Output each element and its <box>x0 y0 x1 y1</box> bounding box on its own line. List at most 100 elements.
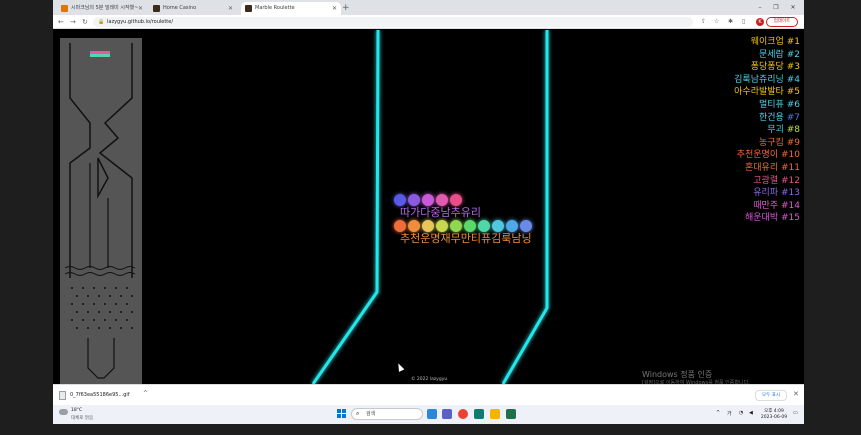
ranking-position: #3 <box>786 62 800 73</box>
minimap-pin <box>87 295 89 297</box>
minimap-pin <box>109 327 111 329</box>
tab-label: Home Casino <box>163 5 197 11</box>
ranking-name: 농구킴 <box>759 137 784 148</box>
tab-marble-roulette[interactable]: Marble Roulette ✕ <box>241 2 341 15</box>
marble-roulette-game[interactable]: 따가다중남추유리 추천운명재무만티퓨김룩남닝 웨이크업 #1 문세람 #2 퐁당… <box>53 30 804 386</box>
weather-temperature[interactable]: 18°C <box>71 408 82 413</box>
minimap-pin <box>104 319 106 321</box>
minimap[interactable] <box>60 38 142 384</box>
tab-label: 시마크님의 5분 밀레미 시작했~ <box>71 5 139 11</box>
update-button[interactable]: 업데이트 <box>766 17 798 27</box>
minimap-track <box>64 43 136 379</box>
maximize-button[interactable]: ❐ <box>769 2 783 13</box>
show-all-downloads-button[interactable]: 모두 표시 <box>755 390 787 401</box>
address-bar[interactable]: 🔒 lazygyu.github.io/roulette/ <box>93 17 693 27</box>
back-icon[interactable]: ← <box>58 16 64 28</box>
notification-icon[interactable]: ▭ <box>793 410 798 416</box>
tab-home-casino[interactable]: Home Casino ✕ <box>149 2 237 15</box>
minimize-button[interactable]: – <box>753 2 767 13</box>
marble-labels-upper: 따가다중남추유리 <box>400 206 481 219</box>
track-wall-right <box>501 30 549 384</box>
minimap-pin <box>126 303 128 305</box>
minimap-pins <box>71 287 133 329</box>
taskbar-app-widgets-icon[interactable] <box>427 409 437 419</box>
download-bar-close-icon[interactable]: ✕ <box>793 390 799 398</box>
desktop-screen: 시마크님의 5분 밀레미 시작했~ ✕ Home Casino ✕ Marble… <box>0 0 861 435</box>
taskbar-app-store-icon[interactable] <box>474 409 484 419</box>
ranking-name: 퐁당퐁당 <box>750 62 784 73</box>
track-wall-left <box>311 30 380 384</box>
ranking-position: #15 <box>781 213 800 224</box>
minimap-pin <box>115 303 117 305</box>
minimap-pin <box>98 327 100 329</box>
marble-labels-lower: 추천운명재무만티퓨김룩남닝 <box>400 231 532 245</box>
minimap-pin <box>109 311 111 313</box>
minimap-pin <box>87 311 89 313</box>
tray-volume-icon[interactable]: ◀ <box>749 410 753 416</box>
minimap-pin <box>76 327 78 329</box>
marble <box>408 194 420 206</box>
ranking-item: 퐁당퐁당 #3 <box>751 61 800 73</box>
download-filename[interactable]: 0_7f63ea55186e95...gif <box>70 392 130 398</box>
ranking-position: #5 <box>786 87 800 98</box>
minimap-pin <box>131 327 133 329</box>
close-window-button[interactable]: ✕ <box>786 2 800 13</box>
ranking-name: 유리파 <box>753 188 779 199</box>
ranking-item: 문세람 #2 <box>759 49 800 61</box>
minimap-pin <box>126 287 128 289</box>
ranking-name: 문세람 <box>759 49 784 60</box>
tray-network-icon[interactable]: ◔ <box>739 410 743 416</box>
minimap-path-line <box>98 43 133 278</box>
tab-streaming[interactable]: 시마크님의 5분 밀레미 시작했~ ✕ <box>57 2 147 15</box>
new-tab-button[interactable]: + <box>342 2 350 15</box>
tab-close-icon[interactable]: ✕ <box>228 2 233 15</box>
minimap-pin <box>120 327 122 329</box>
tab-close-icon[interactable]: ✕ <box>332 2 337 15</box>
file-icon <box>59 391 66 400</box>
marble <box>422 194 434 206</box>
ranking-item: 해운대박 #15 <box>745 212 800 224</box>
ranking-position: #1 <box>786 37 800 47</box>
tab-favicon-icon <box>61 5 68 12</box>
weather-cloud-icon[interactable] <box>59 409 68 415</box>
share-icon[interactable]: ⇪ <box>701 17 706 27</box>
minimap-pin <box>115 319 117 321</box>
taskbar-app-chat-icon[interactable] <box>442 409 452 419</box>
marble <box>394 220 406 232</box>
ranking-name: 해운대박 <box>745 213 779 224</box>
taskbar-app-explorer-icon[interactable] <box>490 409 500 419</box>
ranking-item: 웨이크업 #1 <box>751 36 800 48</box>
minimap-pin <box>82 287 84 289</box>
forward-icon[interactable]: → <box>70 16 76 28</box>
taskbar-app-game-icon[interactable] <box>506 409 516 419</box>
ranking-item: 추천운명이 #10 <box>737 149 800 161</box>
weather-description[interactable]: 대체로 맑음 <box>71 415 93 421</box>
taskbar-search-input[interactable]: ⌕ 검색 <box>351 408 423 420</box>
bookmark-star-icon[interactable]: ☆ <box>714 17 719 27</box>
download-menu-chevron-icon[interactable]: ^ <box>143 390 148 397</box>
tray-overflow-chevron-icon[interactable]: ^ <box>716 410 720 416</box>
minimap-pin <box>131 295 133 297</box>
minimap-pin <box>93 319 95 321</box>
marble <box>436 194 448 206</box>
minimap-path-line <box>69 43 91 278</box>
marbles-layer: 따가다중남추유리추천운명재무만티퓨김룩남닝 <box>394 194 532 245</box>
ranking-name: 김룩남쥬리닝 <box>734 74 784 85</box>
windows-start-icon[interactable] <box>337 409 347 419</box>
tab-strip: 시마크님의 5분 밀레미 시작했~ ✕ Home Casino ✕ Marble… <box>53 0 804 15</box>
taskbar-app-chrome-icon[interactable] <box>458 409 468 419</box>
clock-date[interactable]: 2023-06-09 <box>759 415 789 420</box>
reload-icon[interactable]: ↻ <box>82 16 88 28</box>
tab-close-icon[interactable]: ✕ <box>138 2 143 15</box>
clock-time[interactable]: 오후 4:09 <box>759 408 789 414</box>
minimap-pin <box>104 287 106 289</box>
profile-avatar[interactable]: K <box>756 18 764 26</box>
ranking-item: 김룩남쥬리닝 #4 <box>734 74 800 86</box>
minimap-pin <box>71 319 73 321</box>
ranking-name: 멀티퓨 <box>759 100 784 110</box>
minimap-pin <box>76 295 78 297</box>
sidebar-icon[interactable]: ▯ <box>742 17 745 27</box>
tray-input-language[interactable]: 가 <box>727 410 732 417</box>
ranking-name: 때만주 <box>753 200 779 211</box>
extensions-icon[interactable]: ✱ <box>728 17 733 27</box>
